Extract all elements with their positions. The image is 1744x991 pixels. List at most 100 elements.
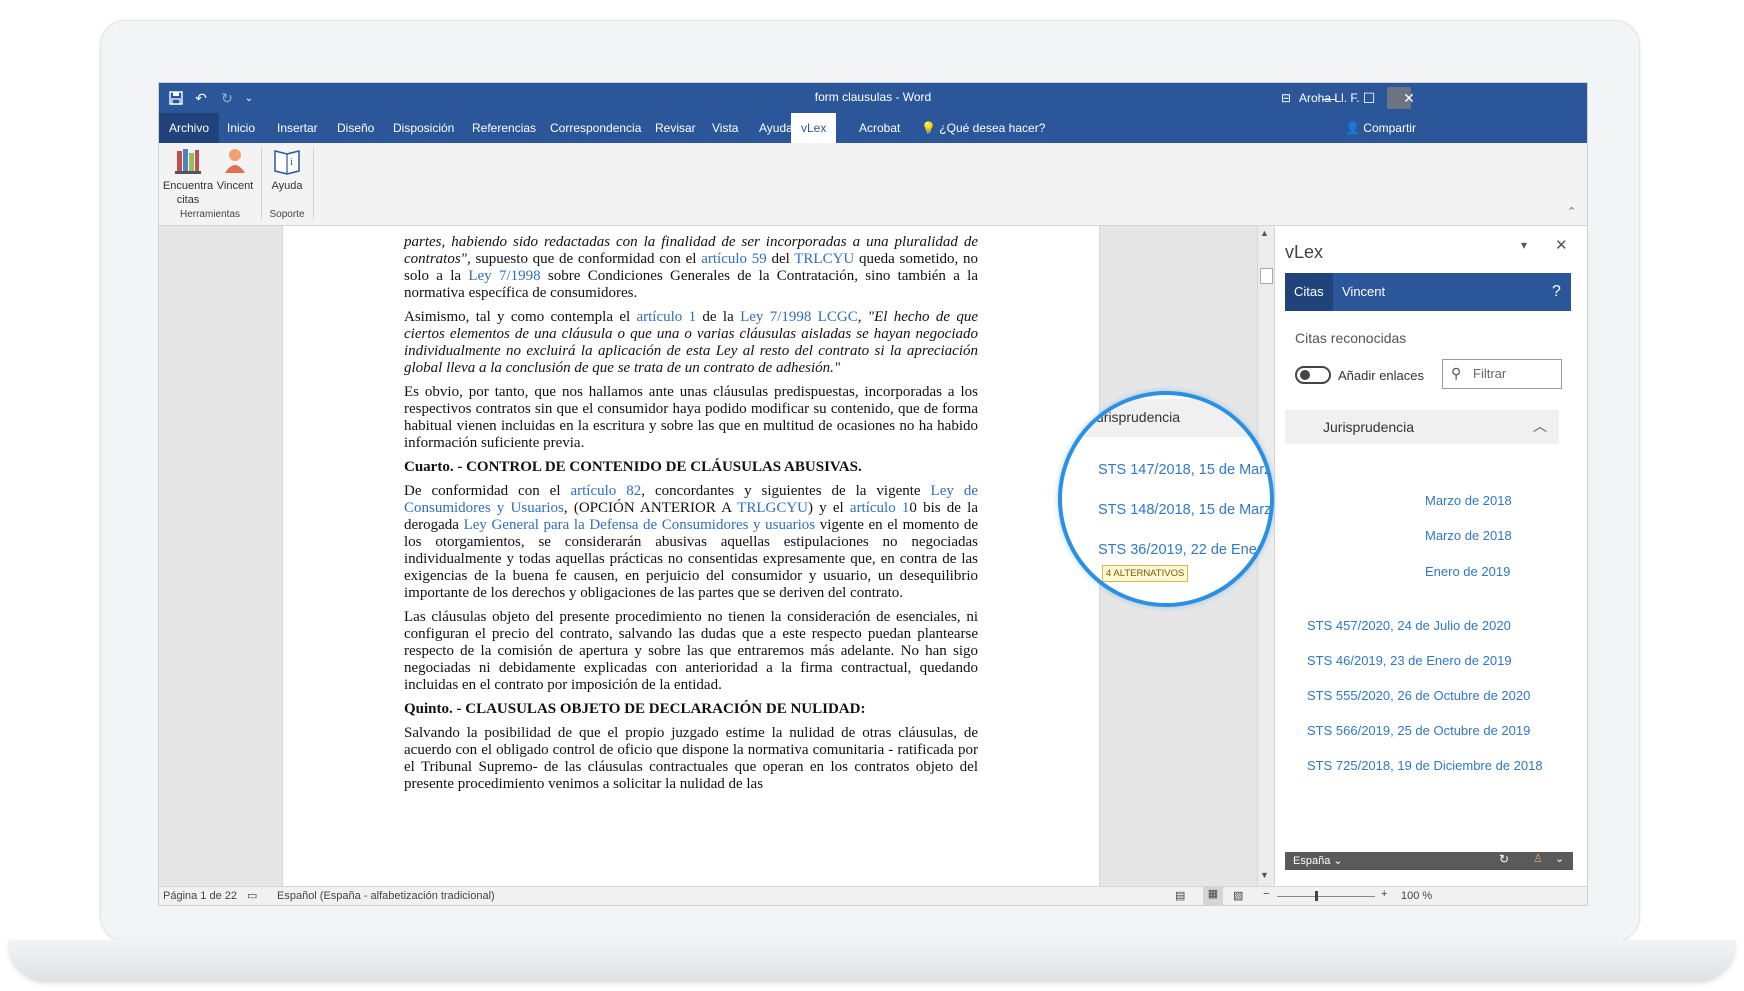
language-status[interactable]: Español (España - alfabetización tradici… <box>277 890 495 902</box>
citation-item[interactable]: STS 555/2020, 26 de Octubre de 2020 <box>1307 688 1530 703</box>
citation-link[interactable]: Ley 7/1998 LCGC <box>740 309 858 325</box>
add-links-label: Añadir enlaces <box>1338 368 1424 383</box>
document-body[interactable]: partes, habiendo sido redactadas con la … <box>404 234 978 800</box>
ayuda-label: Ayuda <box>271 180 303 192</box>
text-run: De conformidad con el <box>404 483 571 499</box>
vincent-button[interactable]: Vincent <box>215 145 255 195</box>
paragraph: partes, habiendo sido redactadas con la … <box>404 234 978 302</box>
collapse-ribbon-icon[interactable]: ⌃ <box>1567 205 1576 218</box>
citation-link[interactable]: TRLGCYU <box>737 500 808 516</box>
minimize-icon[interactable]: — <box>1314 83 1344 113</box>
zoom-in-icon[interactable]: + <box>1381 888 1387 900</box>
text-run: Asimismo, tal y como contempla el <box>404 309 637 325</box>
alternatives-badge[interactable]: 4 ALTERNATIVOS <box>1102 565 1189 582</box>
citas-label: citas <box>176 194 200 206</box>
citation-link[interactable]: artículo 1 <box>850 500 910 516</box>
scroll-up-icon[interactable]: ▲ <box>1260 228 1269 238</box>
paragraph: Las cláusulas objeto del presente proced… <box>404 609 978 693</box>
citation-item[interactable]: Enero de 2019 <box>1425 564 1510 579</box>
vlex-tab-bar: Citas Vincent ? <box>1285 273 1571 311</box>
tell-me-search[interactable]: 💡 ¿Qué desea hacer? <box>911 113 1055 143</box>
group-label-soporte: Soporte <box>269 209 305 220</box>
encuentra-citas-button[interactable]: Encuentra citas <box>161 145 215 207</box>
citation-item[interactable]: STS 148/2018, 15 de Marzo <box>1098 502 1270 518</box>
paragraph: Salvando la posibilidad de que el propio… <box>404 725 978 792</box>
pane-footer: España ⌄ ↻ ♙ ⌄ <box>1285 852 1573 870</box>
citation-item[interactable]: Marzo de 2018 <box>1425 493 1512 508</box>
pane-close-icon[interactable]: ✕ <box>1555 236 1568 254</box>
title-bar: ↶ ↻ ⌄ form clausulas - Word Aroha Ll. F.… <box>159 83 1587 113</box>
tab-acrobat[interactable]: Acrobat <box>849 113 910 143</box>
zoom-slider[interactable] <box>1277 896 1375 897</box>
citation-item[interactable]: STS 566/2019, 25 de Octubre de 2019 <box>1307 723 1530 738</box>
share-label: Compartir <box>1363 121 1416 135</box>
tab-insertar[interactable]: Insertar <box>267 113 328 143</box>
tab-inicio[interactable]: Inicio <box>217 113 265 143</box>
tab-correspondencia[interactable]: Correspondencia <box>540 113 651 143</box>
zoom-level[interactable]: 100 % <box>1401 890 1432 902</box>
books-icon <box>175 149 201 174</box>
citation-item[interactable]: STS 457/2020, 24 de Julio de 2020 <box>1307 618 1511 633</box>
magnified-section-label: urisprudencia <box>1096 409 1181 425</box>
read-mode-icon[interactable]: ▤ <box>1175 889 1185 902</box>
section-label: Jurisprudencia <box>1323 419 1415 435</box>
paragraph: De conformidad con el artículo 82, conco… <box>404 483 978 602</box>
section-heading: Cuarto. - CONTROL DE CONTENIDO DE CLÁUSU… <box>404 459 862 475</box>
chevron-down-icon[interactable]: ⌄ <box>1555 852 1564 865</box>
citation-item[interactable]: STS 147/2018, 15 de Marzo <box>1098 462 1270 478</box>
refresh-icon[interactable]: ↻ <box>1499 852 1509 866</box>
tab-disposicion[interactable]: Disposición <box>383 113 464 143</box>
search-icon: ⚲ <box>1451 365 1462 381</box>
tab-citas[interactable]: Citas <box>1285 273 1333 311</box>
add-links-toggle[interactable] <box>1295 366 1331 384</box>
word-window: ↶ ↻ ⌄ form clausulas - Word Aroha Ll. F.… <box>158 82 1588 906</box>
ribbon-display-icon[interactable]: ⊟ <box>1271 83 1301 113</box>
scroll-thumb[interactable] <box>1260 268 1273 284</box>
laptop-base <box>8 940 1736 982</box>
tab-vincent[interactable]: Vincent <box>1333 273 1394 311</box>
citation-item[interactable]: STS 725/2018, 19 de Diciembre de 2018 <box>1307 758 1543 773</box>
zoom-slider-thumb[interactable] <box>1315 891 1318 901</box>
web-layout-icon[interactable]: ▧ <box>1233 889 1243 902</box>
citation-link[interactable]: artículo 59 <box>701 251 767 267</box>
citation-item[interactable]: STS 36/2019, 22 de Enero <box>1098 542 1270 558</box>
text-run: supuesto que de conformidad con el <box>470 251 702 267</box>
tab-archivo[interactable]: Archivo <box>159 113 220 143</box>
text-run: ) y el <box>808 500 850 516</box>
tab-referencias[interactable]: Referencias <box>462 113 546 143</box>
citation-link[interactable]: artículo 1 <box>636 309 696 325</box>
paragraph: Es obvio, por tanto, que nos hallamos an… <box>404 384 978 451</box>
citation-item[interactable]: STS 46/2019, 23 de Enero de 2019 <box>1307 653 1512 668</box>
paragraph: Asimismo, tal y como contempla el artícu… <box>404 309 978 377</box>
tab-diseno[interactable]: Diseño <box>327 113 384 143</box>
pane-options-icon[interactable]: ▾ <box>1521 238 1527 252</box>
citation-link[interactable]: Ley General para la Defensa de Consumido… <box>464 517 816 533</box>
section-heading: Quinto. - CLAUSULAS OBJETO DE DECLARACIÓ… <box>404 701 866 717</box>
ayuda-button[interactable]: i Ayuda <box>267 145 307 195</box>
citation-link[interactable]: Ley 7/1998 <box>468 268 540 284</box>
citation-link[interactable]: artículo 82 <box>570 483 641 499</box>
vincent-icon <box>225 149 245 173</box>
maximize-icon[interactable]: ☐ <box>1354 83 1384 113</box>
share-button[interactable]: 👤 Compartir <box>1335 113 1426 143</box>
citation-link[interactable]: TRLCYU <box>794 251 854 267</box>
help-icon[interactable]: ? <box>1543 273 1570 311</box>
encuentra-label: Encuentra <box>162 180 214 192</box>
scroll-down-icon[interactable]: ▼ <box>1260 870 1269 880</box>
close-icon[interactable]: ✕ <box>1394 83 1424 113</box>
chevron-up-icon[interactable]: ︿ <box>1533 416 1547 436</box>
print-layout-icon[interactable]: ▦ <box>1203 887 1223 905</box>
country-select[interactable]: España ⌄ <box>1293 854 1343 867</box>
text-run: , (OPCIÓN ANTERIOR A <box>563 500 738 516</box>
citation-item[interactable]: Marzo de 2018 <box>1425 528 1512 543</box>
page-counter[interactable]: Página 1 de 22 <box>163 890 237 902</box>
user-icon[interactable]: ♙ <box>1533 852 1543 865</box>
tab-vlex[interactable]: vLex <box>791 113 837 143</box>
ribbon-tab-bar: Archivo Inicio Insertar Diseño Disposici… <box>159 113 1587 143</box>
zoom-out-icon[interactable]: − <box>1263 888 1269 900</box>
proofing-icon[interactable]: ▭ <box>247 889 257 902</box>
tab-revisar[interactable]: Revisar <box>645 113 706 143</box>
tab-vista[interactable]: Vista <box>702 113 748 143</box>
vlex-pane: vLex ▾ ✕ Citas Vincent ? Citas reconocid… <box>1274 226 1587 886</box>
filter-input[interactable]: ⚲ Filtrar <box>1442 359 1562 389</box>
